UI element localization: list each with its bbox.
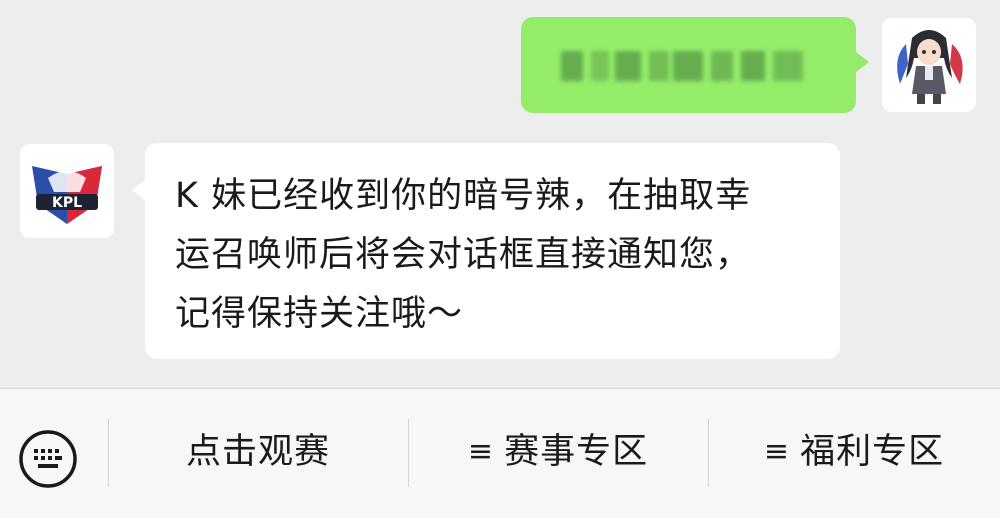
submenu-icon: ≡ [763, 434, 791, 469]
chat-area: KPL K 妹已经收到你的暗号辣，在抽取幸 运召唤师后将会对话框直接通知您， 记… [0, 0, 1000, 388]
official-account-menu-bar: 点击观赛 ≡ 赛事专区 ≡ 福利专区 [0, 388, 1000, 518]
menu-item-events[interactable]: ≡ 赛事专区 [408, 417, 708, 487]
incoming-message-bubble[interactable]: K 妹已经收到你的暗号辣，在抽取幸 运召唤师后将会对话框直接通知您， 记得保持关… [132, 143, 840, 359]
menu-item-label: 福利专区 [800, 432, 945, 472]
submenu-icon: ≡ [467, 434, 495, 469]
user-avatar[interactable] [882, 18, 976, 112]
message-line: K 妹已经收到你的暗号辣，在抽取幸 [175, 176, 752, 216]
message-line: 记得保持关注哦～ [175, 294, 464, 334]
kpl-logo-text: KPL [52, 195, 82, 211]
menu-item-label: 点击观赛 [185, 432, 330, 472]
keyboard-icon [19, 430, 77, 488]
menu-item-watch[interactable]: 点击观赛 [108, 417, 408, 487]
message-line: 运召唤师后将会对话框直接通知您， [175, 235, 752, 275]
outgoing-message-bubble[interactable] [521, 17, 869, 113]
blurred-message-text [561, 47, 809, 87]
menu-item-label: 赛事专区 [504, 432, 649, 472]
menu-item-welfare[interactable]: ≡ 福利专区 [708, 417, 1000, 487]
keyboard-toggle-button[interactable] [18, 429, 78, 489]
kpl-logo-avatar[interactable]: KPL [20, 144, 114, 238]
incoming-message-text: K 妹已经收到你的暗号辣，在抽取幸 运召唤师后将会对话框直接通知您， 记得保持关… [175, 167, 825, 344]
